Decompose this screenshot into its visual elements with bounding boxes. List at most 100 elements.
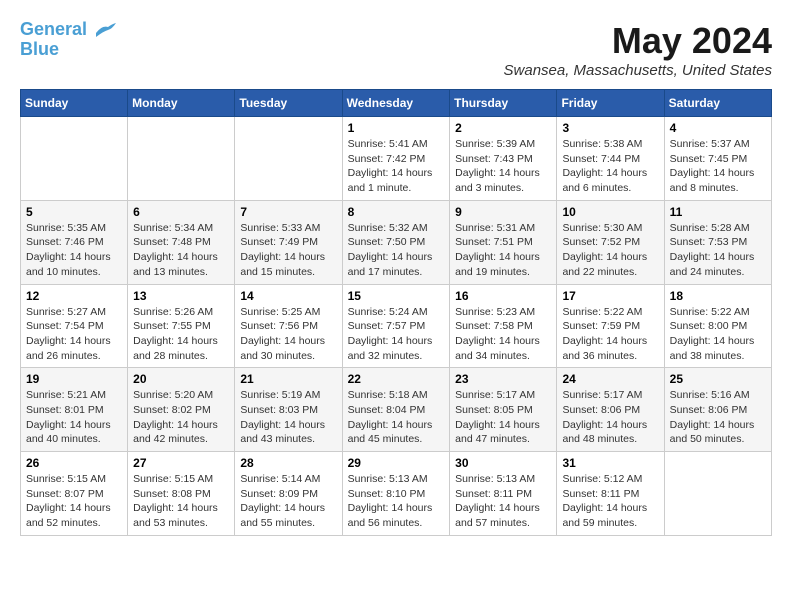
column-header-saturday: Saturday	[664, 90, 771, 117]
day-number: 8	[348, 205, 445, 219]
day-info: Sunrise: 5:17 AMSunset: 8:06 PMDaylight:…	[562, 388, 658, 447]
calendar-cell: 19 Sunrise: 5:21 AMSunset: 8:01 PMDaylig…	[21, 368, 128, 452]
page-header: General Blue May 2024 Swansea, Massachus…	[20, 20, 772, 79]
day-number: 20	[133, 372, 229, 386]
calendar-cell: 9 Sunrise: 5:31 AMSunset: 7:51 PMDayligh…	[450, 200, 557, 284]
location: Swansea, Massachusetts, United States	[504, 62, 772, 79]
calendar-cell: 13 Sunrise: 5:26 AMSunset: 7:55 PMDaylig…	[128, 284, 235, 368]
calendar-cell: 11 Sunrise: 5:28 AMSunset: 7:53 PMDaylig…	[664, 200, 771, 284]
calendar-week-5: 26 Sunrise: 5:15 AMSunset: 8:07 PMDaylig…	[21, 452, 772, 536]
day-number: 13	[133, 289, 229, 303]
day-number: 12	[26, 289, 122, 303]
day-info: Sunrise: 5:30 AMSunset: 7:52 PMDaylight:…	[562, 221, 658, 280]
calendar-cell	[664, 452, 771, 536]
calendar-cell: 3 Sunrise: 5:38 AMSunset: 7:44 PMDayligh…	[557, 117, 664, 201]
day-info: Sunrise: 5:25 AMSunset: 7:56 PMDaylight:…	[240, 305, 336, 364]
calendar-week-4: 19 Sunrise: 5:21 AMSunset: 8:01 PMDaylig…	[21, 368, 772, 452]
day-info: Sunrise: 5:38 AMSunset: 7:44 PMDaylight:…	[562, 137, 658, 196]
calendar-header-row: SundayMondayTuesdayWednesdayThursdayFrid…	[21, 90, 772, 117]
day-info: Sunrise: 5:24 AMSunset: 7:57 PMDaylight:…	[348, 305, 445, 364]
column-header-friday: Friday	[557, 90, 664, 117]
month-title: May 2024	[504, 20, 772, 62]
column-header-monday: Monday	[128, 90, 235, 117]
title-block: May 2024 Swansea, Massachusetts, United …	[504, 20, 772, 79]
day-info: Sunrise: 5:13 AMSunset: 8:11 PMDaylight:…	[455, 472, 551, 531]
day-number: 11	[670, 205, 766, 219]
day-info: Sunrise: 5:20 AMSunset: 8:02 PMDaylight:…	[133, 388, 229, 447]
day-number: 19	[26, 372, 122, 386]
day-number: 28	[240, 456, 336, 470]
day-number: 29	[348, 456, 445, 470]
day-info: Sunrise: 5:34 AMSunset: 7:48 PMDaylight:…	[133, 221, 229, 280]
day-number: 27	[133, 456, 229, 470]
calendar-cell: 15 Sunrise: 5:24 AMSunset: 7:57 PMDaylig…	[342, 284, 450, 368]
calendar-cell: 21 Sunrise: 5:19 AMSunset: 8:03 PMDaylig…	[235, 368, 342, 452]
calendar-cell: 27 Sunrise: 5:15 AMSunset: 8:08 PMDaylig…	[128, 452, 235, 536]
calendar-week-1: 1 Sunrise: 5:41 AMSunset: 7:42 PMDayligh…	[21, 117, 772, 201]
day-info: Sunrise: 5:22 AMSunset: 8:00 PMDaylight:…	[670, 305, 766, 364]
day-info: Sunrise: 5:23 AMSunset: 7:58 PMDaylight:…	[455, 305, 551, 364]
day-number: 6	[133, 205, 229, 219]
calendar-cell: 22 Sunrise: 5:18 AMSunset: 8:04 PMDaylig…	[342, 368, 450, 452]
calendar-cell	[21, 117, 128, 201]
day-info: Sunrise: 5:15 AMSunset: 8:08 PMDaylight:…	[133, 472, 229, 531]
day-number: 4	[670, 121, 766, 135]
day-info: Sunrise: 5:41 AMSunset: 7:42 PMDaylight:…	[348, 137, 445, 196]
column-header-tuesday: Tuesday	[235, 90, 342, 117]
column-header-wednesday: Wednesday	[342, 90, 450, 117]
day-info: Sunrise: 5:22 AMSunset: 7:59 PMDaylight:…	[562, 305, 658, 364]
day-info: Sunrise: 5:28 AMSunset: 7:53 PMDaylight:…	[670, 221, 766, 280]
day-number: 9	[455, 205, 551, 219]
calendar-week-2: 5 Sunrise: 5:35 AMSunset: 7:46 PMDayligh…	[21, 200, 772, 284]
calendar-cell: 28 Sunrise: 5:14 AMSunset: 8:09 PMDaylig…	[235, 452, 342, 536]
day-number: 14	[240, 289, 336, 303]
day-info: Sunrise: 5:18 AMSunset: 8:04 PMDaylight:…	[348, 388, 445, 447]
day-info: Sunrise: 5:37 AMSunset: 7:45 PMDaylight:…	[670, 137, 766, 196]
day-info: Sunrise: 5:14 AMSunset: 8:09 PMDaylight:…	[240, 472, 336, 531]
day-info: Sunrise: 5:33 AMSunset: 7:49 PMDaylight:…	[240, 221, 336, 280]
logo-text: General	[20, 20, 116, 40]
day-info: Sunrise: 5:15 AMSunset: 8:07 PMDaylight:…	[26, 472, 122, 531]
day-number: 30	[455, 456, 551, 470]
calendar-table: SundayMondayTuesdayWednesdayThursdayFrid…	[20, 89, 772, 536]
calendar-cell: 17 Sunrise: 5:22 AMSunset: 7:59 PMDaylig…	[557, 284, 664, 368]
column-header-sunday: Sunday	[21, 90, 128, 117]
calendar-cell: 18 Sunrise: 5:22 AMSunset: 8:00 PMDaylig…	[664, 284, 771, 368]
day-number: 25	[670, 372, 766, 386]
day-number: 21	[240, 372, 336, 386]
day-info: Sunrise: 5:16 AMSunset: 8:06 PMDaylight:…	[670, 388, 766, 447]
calendar-cell: 25 Sunrise: 5:16 AMSunset: 8:06 PMDaylig…	[664, 368, 771, 452]
calendar-cell: 6 Sunrise: 5:34 AMSunset: 7:48 PMDayligh…	[128, 200, 235, 284]
calendar-cell: 30 Sunrise: 5:13 AMSunset: 8:11 PMDaylig…	[450, 452, 557, 536]
day-info: Sunrise: 5:26 AMSunset: 7:55 PMDaylight:…	[133, 305, 229, 364]
calendar-cell: 12 Sunrise: 5:27 AMSunset: 7:54 PMDaylig…	[21, 284, 128, 368]
day-info: Sunrise: 5:27 AMSunset: 7:54 PMDaylight:…	[26, 305, 122, 364]
day-number: 17	[562, 289, 658, 303]
calendar-cell	[128, 117, 235, 201]
calendar-cell: 24 Sunrise: 5:17 AMSunset: 8:06 PMDaylig…	[557, 368, 664, 452]
day-number: 26	[26, 456, 122, 470]
day-number: 1	[348, 121, 445, 135]
day-number: 2	[455, 121, 551, 135]
day-number: 16	[455, 289, 551, 303]
day-number: 23	[455, 372, 551, 386]
calendar-cell: 29 Sunrise: 5:13 AMSunset: 8:10 PMDaylig…	[342, 452, 450, 536]
calendar-cell: 26 Sunrise: 5:15 AMSunset: 8:07 PMDaylig…	[21, 452, 128, 536]
column-header-thursday: Thursday	[450, 90, 557, 117]
day-number: 31	[562, 456, 658, 470]
day-info: Sunrise: 5:32 AMSunset: 7:50 PMDaylight:…	[348, 221, 445, 280]
day-info: Sunrise: 5:13 AMSunset: 8:10 PMDaylight:…	[348, 472, 445, 531]
day-number: 3	[562, 121, 658, 135]
day-number: 15	[348, 289, 445, 303]
day-number: 22	[348, 372, 445, 386]
calendar-cell: 1 Sunrise: 5:41 AMSunset: 7:42 PMDayligh…	[342, 117, 450, 201]
day-info: Sunrise: 5:21 AMSunset: 8:01 PMDaylight:…	[26, 388, 122, 447]
calendar-cell: 7 Sunrise: 5:33 AMSunset: 7:49 PMDayligh…	[235, 200, 342, 284]
calendar-cell	[235, 117, 342, 201]
day-info: Sunrise: 5:17 AMSunset: 8:05 PMDaylight:…	[455, 388, 551, 447]
calendar-cell: 8 Sunrise: 5:32 AMSunset: 7:50 PMDayligh…	[342, 200, 450, 284]
day-info: Sunrise: 5:12 AMSunset: 8:11 PMDaylight:…	[562, 472, 658, 531]
calendar-cell: 2 Sunrise: 5:39 AMSunset: 7:43 PMDayligh…	[450, 117, 557, 201]
day-number: 18	[670, 289, 766, 303]
calendar-cell: 16 Sunrise: 5:23 AMSunset: 7:58 PMDaylig…	[450, 284, 557, 368]
